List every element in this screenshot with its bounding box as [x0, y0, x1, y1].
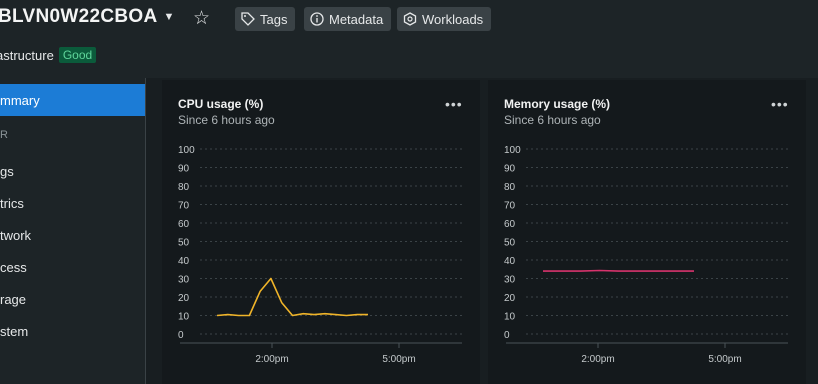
sidebar-item-system[interactable]: stem [0, 315, 145, 347]
workloads-button[interactable]: Workloads [397, 7, 492, 31]
x-tick-label: 2:00pm [255, 354, 288, 365]
y-tick-label: 50 [178, 238, 190, 249]
y-tick-label: 70 [504, 201, 516, 212]
memory-usage-chart: 10090807060504030201002:00pm 5:00pm [504, 145, 788, 365]
chevron-down-icon[interactable]: ▼ [164, 11, 175, 23]
tags-label: Tags [260, 11, 288, 27]
memory-usage-card: Memory usage (%) Since 6 hours ago ••• 1… [488, 80, 806, 384]
y-tick-label: 50 [504, 238, 516, 249]
entity-name: BLVN0W22CBOA [0, 6, 158, 27]
sidebar-item-storage[interactable]: rage [0, 283, 145, 315]
status-badge: Good [58, 47, 97, 63]
y-tick-label: 30 [504, 275, 516, 286]
sidebar-item-logs[interactable]: gs [0, 155, 145, 187]
entity-type: astructure [0, 47, 54, 63]
workloads-label: Workloads [422, 11, 484, 27]
x-tick-label: 5:00pm [382, 354, 415, 365]
x-tick-label: 2:00pm [581, 354, 614, 365]
hexagon-icon [403, 12, 417, 26]
sidebar-item-process[interactable]: cess [0, 251, 145, 283]
y-tick-label: 70 [178, 201, 190, 212]
sidebar: mmary R gs trics twork cess rage stem [0, 78, 146, 384]
entity-type-row: astructure Good [0, 47, 97, 63]
x-tick-label: 5:00pm [708, 354, 741, 365]
star-icon[interactable]: ☆ [193, 7, 210, 30]
metadata-button[interactable]: Metadata [304, 7, 392, 31]
sidebar-item-summary[interactable]: mmary [0, 84, 145, 116]
y-tick-label: 40 [178, 256, 190, 267]
cpu-usage-card: CPU usage (%) Since 6 hours ago ••• 100 9… [162, 80, 480, 384]
series-line [543, 269, 694, 272]
y-tick-label: 0 [504, 330, 510, 341]
tags-button[interactable]: Tags [235, 7, 296, 31]
sidebar-section-header: R [0, 129, 8, 141]
y-tick-label: 60 [178, 219, 190, 230]
y-tick-label: 100 [504, 145, 521, 156]
y-tick-label: 30 [178, 275, 190, 286]
y-tick-label: 80 [504, 182, 516, 193]
sidebar-item-network[interactable]: twork [0, 219, 145, 251]
y-tick-label: 10 [178, 312, 190, 323]
y-tick-label: 90 [178, 164, 190, 175]
y-tick-label: 90 [504, 164, 516, 175]
y-tick-label: 40 [504, 256, 516, 267]
y-tick-label: 20 [178, 293, 190, 304]
y-tick-label: 100 [178, 145, 195, 156]
y-tick-label: 60 [504, 219, 516, 230]
tag-icon [241, 12, 255, 26]
info-icon [310, 12, 324, 26]
sidebar-item-metrics[interactable]: trics [0, 187, 145, 219]
y-tick-label: 0 [178, 330, 184, 341]
y-tick-label: 20 [504, 293, 516, 304]
y-tick-label: 10 [504, 312, 516, 323]
page-title: BLVN0W22CBOA ▼ [0, 6, 175, 28]
y-tick-label: 80 [178, 182, 190, 193]
cpu-usage-chart: 10090807060504030201002:00pm 5:00pm [178, 145, 462, 365]
metadata-label: Metadata [329, 11, 384, 27]
